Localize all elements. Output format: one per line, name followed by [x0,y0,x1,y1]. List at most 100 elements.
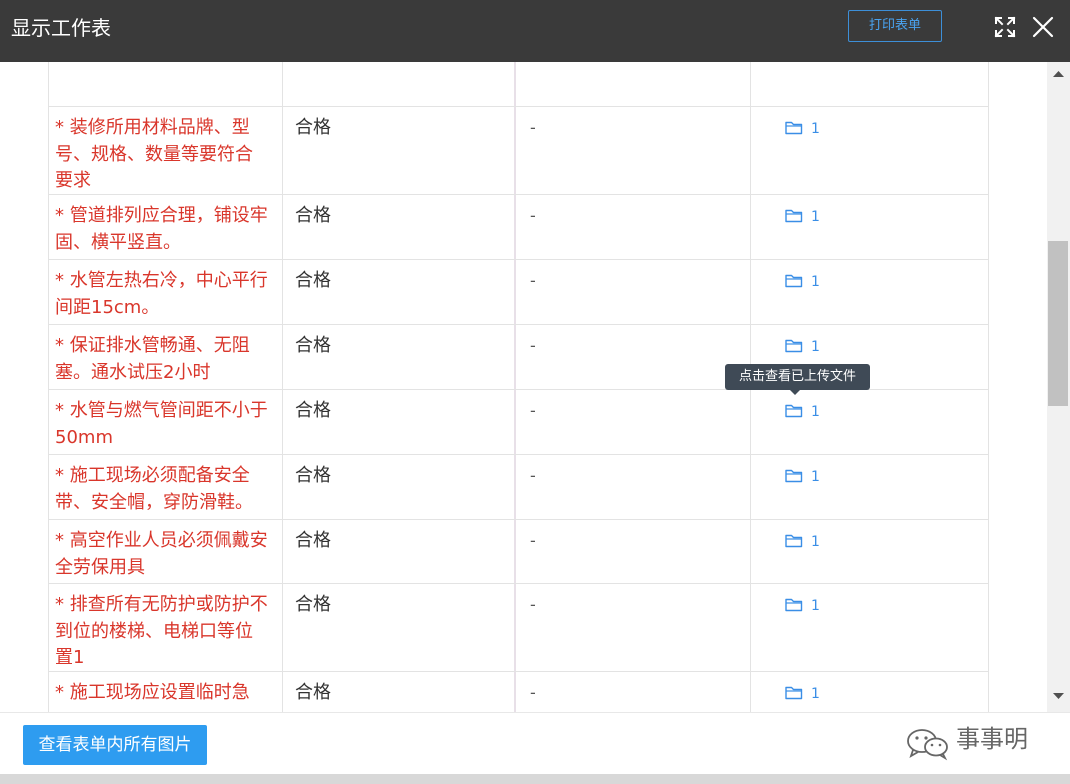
remark-cell: - [516,455,751,519]
result-cell: 合格 [282,455,516,519]
expand-icon[interactable] [994,16,1016,38]
check-item-text: * 施工现场应设置临时急 [55,682,250,703]
check-item-text: * 排查所有无防护或防护不到位的楼梯、电梯口等位置1 [55,594,268,668]
check-item-cell: * 高空作业人员必须佩戴安全劳保用具 [48,520,283,583]
result-text: 合格 [295,530,331,551]
file-count: 1 [811,209,820,225]
tooltip-arrow [790,390,800,395]
table-row: * 高空作业人员必须佩戴安全劳保用具 合格 - 1 [48,520,989,584]
result-cell: 合格 [282,520,516,583]
result-text: 合格 [295,117,331,138]
remark-cell: - [516,107,751,194]
file-count: 1 [811,534,820,550]
attachment-cell: 1 [751,107,989,194]
attachment-cell: 1 [751,195,989,259]
check-item-cell: * 管道排列应合理，铺设牢固、横平竖直。 [48,195,283,259]
scrollbar-thumb[interactable] [1048,241,1068,406]
remark-cell: - [516,584,751,671]
remark-text: - [530,683,536,702]
folder-icon [785,404,803,418]
file-count: 1 [811,339,820,355]
result-text: 合格 [295,465,331,486]
check-item-cell: * 施工现场应设置临时急 [48,672,283,712]
upload-files-tooltip: 点击查看已上传文件 [725,364,870,390]
vertical-scrollbar[interactable] [1047,62,1070,712]
file-count: 1 [811,686,820,702]
folder-icon [785,339,803,353]
attachment-cell: 1 [751,390,989,454]
table-row: * 立管包牢，门窗保护 合格 - 1 [48,62,989,107]
check-item-cell: * 水管与燃气管间距不小于50mm [48,390,283,454]
folder-icon [785,534,803,548]
scroll-down-arrow-icon[interactable] [1053,692,1064,700]
check-item-cell: * 保证排水管畅通、无阻塞。通水试压2小时 [48,325,283,389]
result-cell: 合格 [282,260,516,324]
check-item-cell: * 排查所有无防护或防护不到位的楼梯、电梯口等位置1 [48,584,283,671]
remark-cell: - [516,520,751,583]
view-all-images-button[interactable]: 查看表单内所有图片 [23,725,207,765]
result-cell: 合格 [282,62,516,106]
result-text: 合格 [295,62,331,65]
attachment-cell: 1 [751,672,989,712]
close-icon[interactable] [1032,16,1054,38]
result-text: 合格 [295,400,331,421]
check-item-text: * 水管左热右冷，中心平行间距15cm。 [55,270,268,318]
remark-cell: - [516,672,751,712]
scroll-up-arrow-icon[interactable] [1053,70,1064,78]
table-row: * 装修所用材料品牌、型号、规格、数量等要符合要求 合格 - 1 [48,107,989,195]
result-cell: 合格 [282,195,516,259]
folder-icon [785,469,803,483]
result-text: 合格 [295,682,331,703]
remark-text: - [530,336,536,355]
remark-text: - [530,466,536,485]
print-form-button[interactable]: 打印表单 [848,10,942,42]
table-row: * 施工现场必须配备安全带、安全帽，穿防滑鞋。 合格 - 1 [48,455,989,520]
worksheet-content[interactable]: * 立管包牢，门窗保护合格-1* 装修所用材料品牌、型号、规格、数量等要符合要求… [0,62,1047,712]
result-cell: 合格 [282,672,516,712]
check-item-text: * 管道排列应合理，铺设牢固、横平竖直。 [55,205,268,253]
result-cell: 合格 [282,390,516,454]
remark-text: - [530,401,536,420]
remark-text: - [530,206,536,225]
window-titlebar: 显示工作表 打印表单 [0,0,1070,62]
folder-icon [785,598,803,612]
check-item-text: * 保证排水管畅通、无阻塞。通水试压2小时 [55,335,250,383]
remark-text: - [530,62,536,65]
result-text: 合格 [295,270,331,291]
file-count: 1 [811,469,820,485]
remark-text: - [530,118,536,137]
attachment-cell: 1 [751,260,989,324]
folder-icon [785,121,803,135]
remark-cell: - [516,390,751,454]
table-row: * 施工现场应设置临时急 合格 - 1 [48,672,989,712]
watermark-text: 事事明 [956,725,1028,753]
result-cell: 合格 [282,107,516,194]
table-row: * 管道排列应合理，铺设牢固、横平竖直。 合格 - 1 [48,195,989,260]
check-item-cell: * 水管左热右冷，中心平行间距15cm。 [48,260,283,324]
check-item-cell: * 施工现场必须配备安全带、安全帽，穿防滑鞋。 [48,455,283,519]
table-row: * 水管左热右冷，中心平行间距15cm。 合格 - 1 [48,260,989,325]
result-text: 合格 [295,335,331,356]
check-item-text: * 施工现场必须配备安全带、安全帽，穿防滑鞋。 [55,465,253,513]
table-row: * 排查所有无防护或防护不到位的楼梯、电梯口等位置1 合格 - 1 [48,584,989,672]
window-bottom-edge [0,774,1070,784]
attachment-cell: 1 [751,584,989,671]
check-item-cell: * 立管包牢，门窗保护 [48,62,283,106]
table-row: * 水管与燃气管间距不小于50mm 合格 - 1 [48,390,989,455]
remark-text: - [530,271,536,290]
attachment-cell: 1 [751,62,989,106]
attachment-cell: 1 [751,455,989,519]
result-text: 合格 [295,594,331,615]
file-count: 1 [811,274,820,290]
file-count: 1 [811,121,820,137]
check-item-text: * 装修所用材料品牌、型号、规格、数量等要符合要求 [55,117,253,191]
check-item-text: * 高空作业人员必须佩戴安全劳保用具 [55,530,268,578]
file-count: 1 [811,404,820,420]
remark-text: - [530,531,536,550]
result-cell: 合格 [282,325,516,389]
file-count: 1 [811,598,820,614]
remark-text: - [530,595,536,614]
attachment-cell: 1 [751,520,989,583]
result-cell: 合格 [282,584,516,671]
folder-icon [785,686,803,700]
